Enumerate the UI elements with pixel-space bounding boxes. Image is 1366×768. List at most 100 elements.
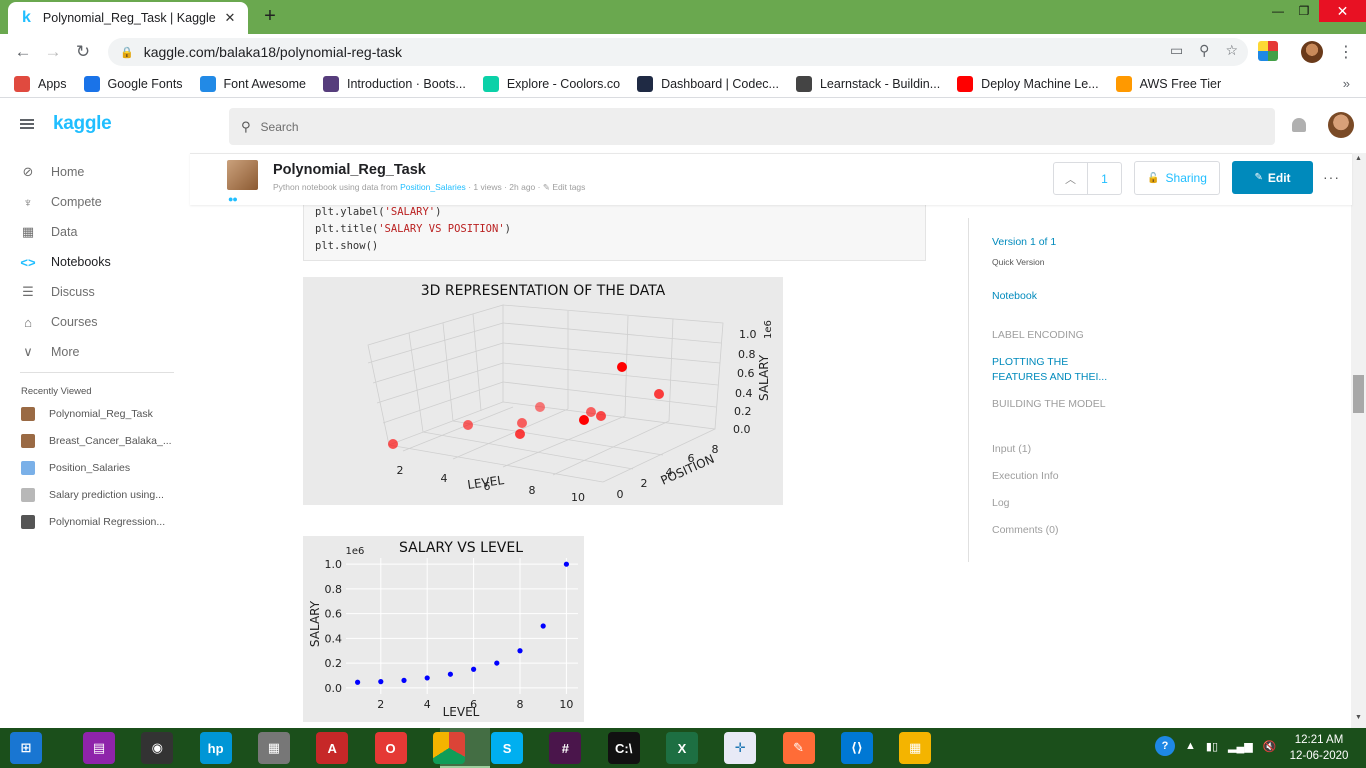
toc-section-0[interactable]: LABEL ENCODING <box>992 328 1122 343</box>
user-avatar[interactable] <box>1328 112 1354 138</box>
edit-button[interactable]: ✎ Edit <box>1232 161 1313 194</box>
recent-item[interactable]: Breast_Cancer_Balaka_... <box>21 433 172 449</box>
sidebar-item-home[interactable]: ⊘ Home <box>20 162 85 182</box>
sharing-button[interactable]: 🔓 Sharing <box>1134 161 1220 195</box>
cast-icon[interactable]: ▭ <box>1170 42 1183 59</box>
hp-icon[interactable]: hp <box>199 732 232 764</box>
tab-close-icon[interactable]: ✕ <box>222 10 238 26</box>
toc-execution-info-link[interactable]: Execution Info <box>992 469 1059 484</box>
more-options-icon[interactable]: ··· <box>1323 169 1340 185</box>
scroll-up-icon[interactable]: ▲ <box>1351 155 1366 162</box>
acrobat-icon[interactable]: A <box>316 732 349 764</box>
bookmark-item[interactable]: Apps <box>14 75 67 92</box>
edit-tags-link[interactable]: ✎ Edit tags <box>543 182 586 192</box>
excel-icon[interactable]: X <box>666 732 698 764</box>
bookmark-item[interactable]: Introduction · Boots... <box>323 75 466 92</box>
taskbar-clock[interactable]: 12:21 AM 12-06-2020 <box>1284 732 1354 764</box>
bookmarks-overflow-icon[interactable]: » <box>1343 76 1350 91</box>
vscode-icon[interactable]: ⟨⟩ <box>840 732 873 764</box>
scrollbar-thumb[interactable] <box>1353 375 1364 413</box>
network-icon[interactable]: ▂▄▆ <box>1228 740 1253 753</box>
z-tick: 0.8 <box>738 348 756 361</box>
data-point <box>401 677 407 683</box>
toc-input-link[interactable]: Input (1) <box>992 442 1031 457</box>
recent-item[interactable]: Polynomial Regression... <box>21 514 165 530</box>
sidebar-item-compete[interactable]: ♆ Compete <box>20 192 102 212</box>
opera-icon[interactable]: O <box>374 732 407 764</box>
forward-icon[interactable]: → <box>38 42 68 62</box>
unknown-app-icon[interactable]: ▦ <box>257 732 290 764</box>
recent-item[interactable]: Polynomial_Reg_Task <box>21 406 153 422</box>
sidebar-item-data[interactable]: ▦ Data <box>20 222 78 242</box>
browser-tab[interactable]: k Polynomial_Reg_Task | Kaggle ✕ <box>8 2 248 34</box>
extension-icon[interactable] <box>1258 41 1278 61</box>
camera-icon[interactable]: ◉ <box>141 732 174 764</box>
reload-icon[interactable]: ↻ <box>68 42 98 62</box>
close-window-button[interactable]: ✕ <box>1319 0 1366 22</box>
bookmark-item[interactable]: Deploy Machine Le... <box>957 75 1099 92</box>
sidebar-item-more[interactable]: ∨ More <box>20 342 79 362</box>
data-point <box>517 648 523 654</box>
address-bar[interactable]: 🔒 kaggle.com/balaka18/polynomial-reg-tas… <box>108 38 1248 66</box>
bookmark-star-icon[interactable]: ☆ <box>1225 42 1238 59</box>
scroll-down-icon[interactable]: ▼ <box>1351 714 1366 721</box>
version-link[interactable]: Version 1 of 1 <box>992 235 1056 250</box>
sidebar-item-label: Compete <box>51 195 102 209</box>
y-tick-label: 0.0 <box>325 682 343 695</box>
sidebar-item-notebooks[interactable]: <> Notebooks <box>20 252 110 272</box>
code-line: plt.show() <box>315 238 925 255</box>
x-axis-label: LEVEL <box>466 473 505 492</box>
windows-start-icon[interactable]: ⊞ <box>10 732 42 764</box>
bookmark-item[interactable]: Explore - Coolors.co <box>482 75 620 92</box>
minimize-button[interactable]: — <box>1266 0 1290 22</box>
search-input[interactable]: ⚲ Search <box>229 108 1275 145</box>
browser-profile-avatar[interactable] <box>1301 41 1323 63</box>
cmd-icon[interactable]: C:\ <box>607 732 640 764</box>
bookmark-item[interactable]: AWS Free Tier <box>1115 75 1221 92</box>
sidebar-item-discuss[interactable]: ☰ Discuss <box>20 282 95 302</box>
toc-notebook-link[interactable]: Notebook <box>992 289 1037 304</box>
battery-icon[interactable]: ▮▯ <box>1206 740 1218 753</box>
chevron-up-icon: ︿ <box>1065 173 1076 186</box>
edit-label: Edit <box>1267 170 1291 185</box>
toc-section-2[interactable]: BUILDING THE MODEL <box>992 397 1122 412</box>
maximize-button[interactable]: ❐ <box>1292 0 1316 22</box>
subtitle-prefix: Python notebook using data from <box>273 182 398 192</box>
skype-icon[interactable]: S <box>491 732 524 764</box>
vote-count[interactable]: 1 <box>1087 162 1122 195</box>
bookmark-item[interactable]: Learnstack - Buildin... <box>795 75 940 92</box>
notifications-bell-icon[interactable] <box>1292 118 1306 132</box>
toc-log-link[interactable]: Log <box>992 496 1010 511</box>
bookmark-item[interactable]: Font Awesome <box>199 75 306 92</box>
winrar-icon[interactable]: ▤ <box>83 732 115 764</box>
upvote-button[interactable]: ︿ <box>1053 162 1088 195</box>
postman-icon[interactable]: ✎ <box>782 732 815 764</box>
page-scrollbar[interactable] <box>1351 153 1366 728</box>
tableau-icon[interactable]: ✛ <box>724 732 757 764</box>
toc-comments-link[interactable]: Comments (0) <box>992 523 1059 538</box>
code-cell[interactable]: plt.ylabel('SALARY') plt.title('SALARY VS… <box>303 199 926 261</box>
sidebar-item-courses[interactable]: ⌂ Courses <box>20 312 97 332</box>
clock-time: 12:21 AM <box>1294 734 1344 746</box>
hamburger-menu-icon[interactable] <box>20 119 34 129</box>
bookmark-item[interactable]: Dashboard | Codec... <box>637 75 779 92</box>
recent-item[interactable]: Salary prediction using... <box>21 487 164 503</box>
bookmark-item[interactable]: Google Fonts <box>83 75 183 92</box>
notebook-author-thumbnail[interactable] <box>227 160 258 190</box>
browser-menu-icon[interactable]: ⋮ <box>1338 42 1354 62</box>
color-picker-icon[interactable]: ▦ <box>899 732 932 764</box>
new-tab-button[interactable]: + <box>260 5 280 28</box>
data-point <box>596 411 606 421</box>
zoom-icon[interactable]: ⚲ <box>1199 42 1209 59</box>
recent-item[interactable]: Position_Salaries <box>21 460 130 476</box>
toc-section-1[interactable]: PLOTTING THE FEATURES AND THEI... <box>992 355 1112 385</box>
tray-overflow-icon[interactable]: ▲ <box>1185 740 1196 752</box>
chrome-icon[interactable] <box>432 732 465 764</box>
kaggle-logo[interactable]: kaggle <box>53 113 112 135</box>
slack-icon[interactable]: # <box>549 732 582 764</box>
help-icon[interactable]: ? <box>1155 736 1175 756</box>
back-icon[interactable]: ← <box>8 42 38 62</box>
dataset-link[interactable]: Position_Salaries <box>400 182 466 192</box>
x-tick: 4 <box>441 472 448 485</box>
volume-muted-icon[interactable]: 🔇 <box>1263 740 1277 753</box>
